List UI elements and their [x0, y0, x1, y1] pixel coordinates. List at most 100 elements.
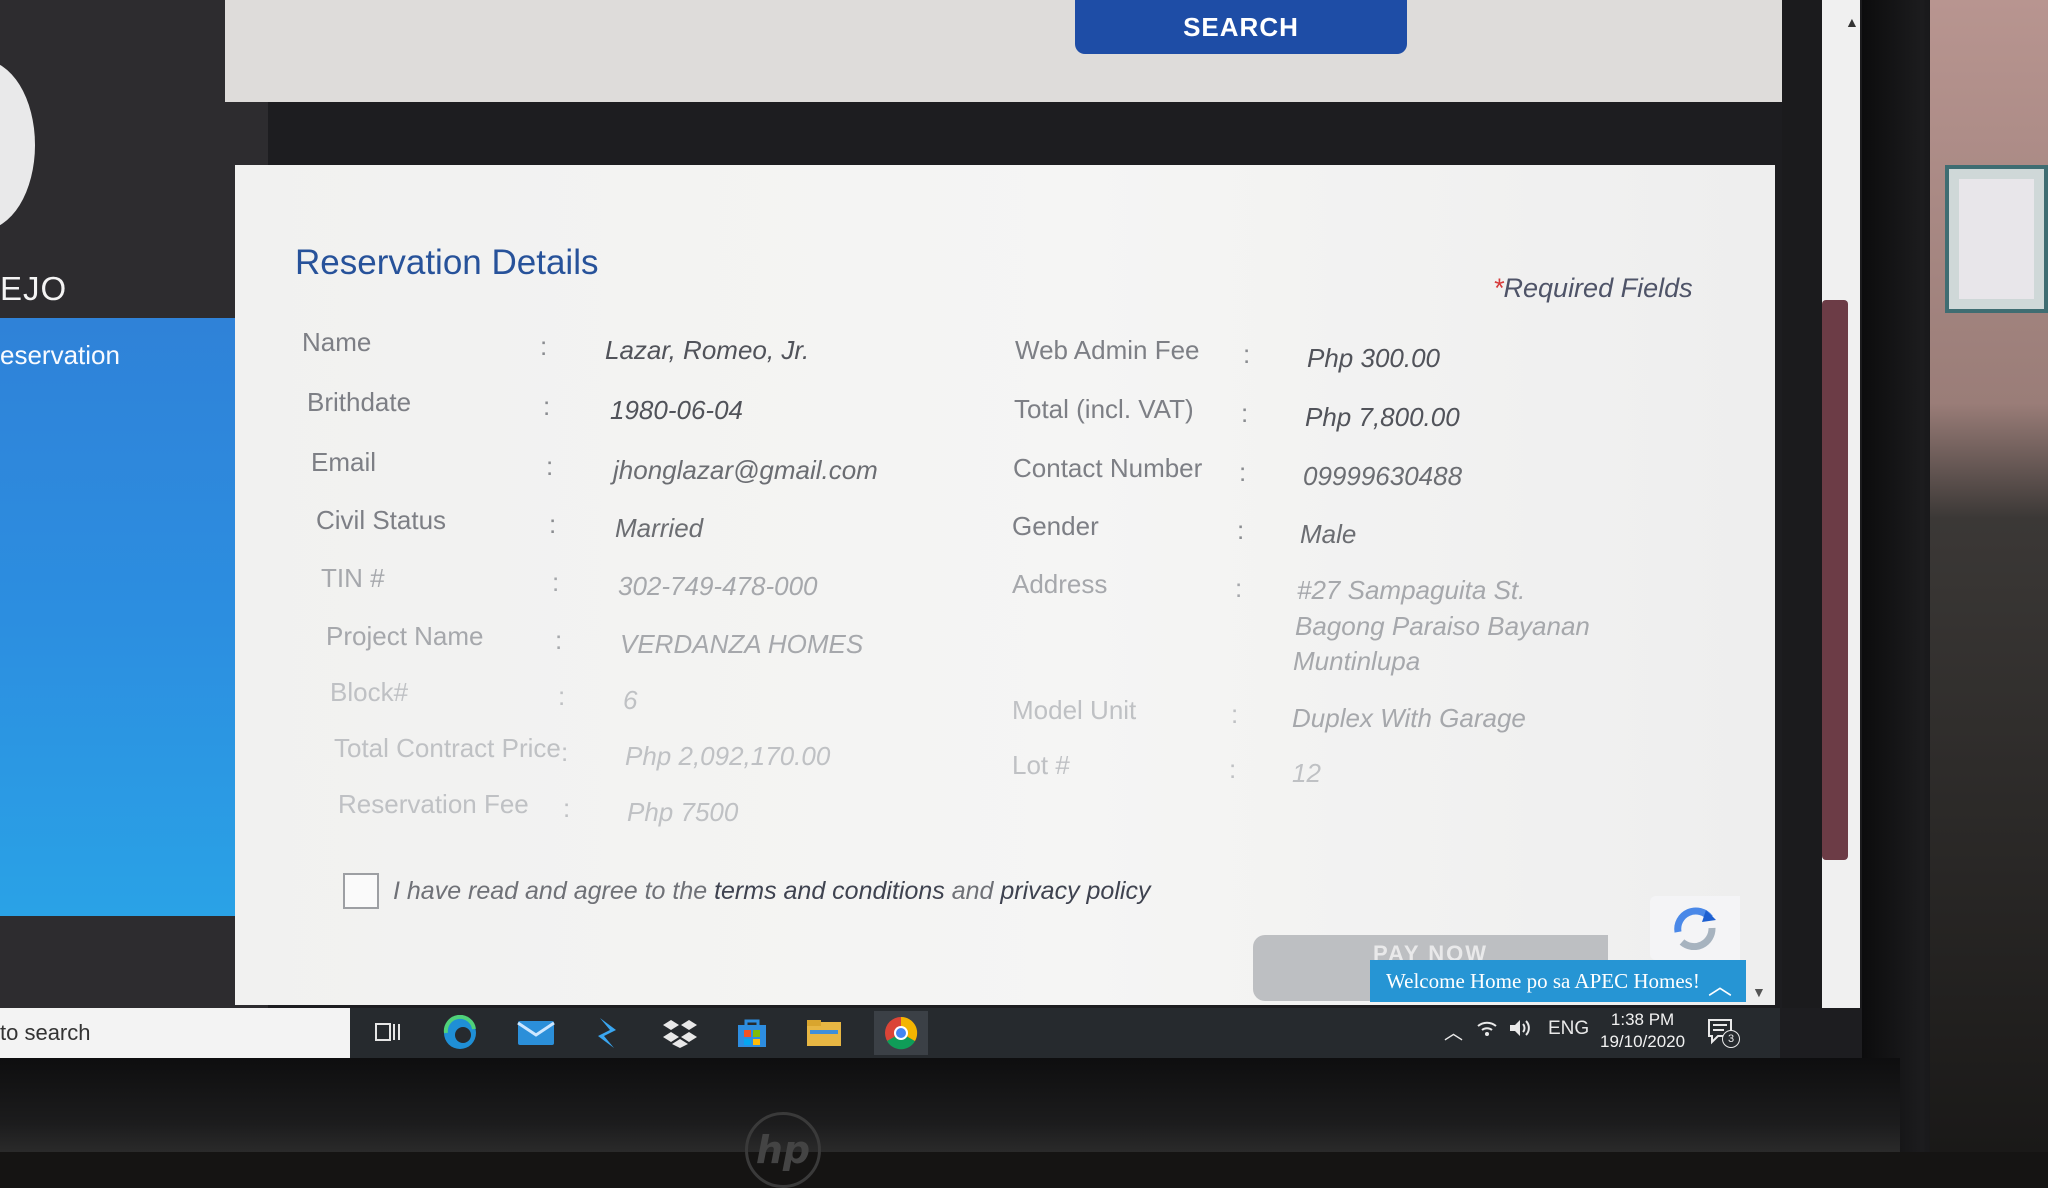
reservation-fee-value: Php 7500: [627, 797, 739, 827]
colon: :: [1241, 398, 1249, 428]
recaptcha-badge: [1650, 896, 1740, 960]
colon: :: [1243, 339, 1251, 369]
reservation-details-panel: Reservation Details *Required Fields Nam…: [235, 165, 1775, 1005]
model-unit-label: Model Unit: [1012, 695, 1137, 725]
chat-widget[interactable]: Welcome Home po sa APEC Homes! ︿: [1370, 960, 1746, 1002]
colon: :: [1237, 515, 1245, 545]
civil-status-label: Civil Status: [316, 505, 447, 535]
avatar: [0, 60, 35, 230]
address-label: Address: [1012, 569, 1108, 599]
chat-widget-text: Welcome Home po sa APEC Homes!: [1386, 968, 1700, 993]
clock-time: 1:38 PM: [1610, 1010, 1675, 1029]
store-icon[interactable]: [732, 1014, 772, 1052]
colon: :: [563, 793, 571, 823]
terms-checkbox[interactable]: [343, 873, 379, 909]
edge-icon[interactable]: [440, 1014, 480, 1052]
monitor-screen: EJO eservation SEARCH Reservation Detail…: [0, 0, 1862, 1058]
tin-label: TIN #: [321, 563, 385, 593]
recaptcha-icon: [1674, 907, 1716, 950]
colon: :: [1235, 573, 1243, 603]
mail-icon[interactable]: [516, 1014, 556, 1052]
chrome-icon[interactable]: [874, 1011, 928, 1055]
total-contract-price-value: Php 2,092,170.00: [625, 741, 831, 771]
colon: :: [561, 737, 569, 767]
email-value: jhonglazar@gmail.com: [613, 455, 878, 485]
user-name: EJO: [0, 270, 68, 307]
reservation-fee-label: Reservation Fee: [338, 789, 529, 819]
project-name-label: Project Name: [326, 621, 484, 651]
total-incl-vat-value: Php 7,800.00: [1305, 402, 1460, 432]
terms-and-word: and: [951, 876, 994, 905]
colon: :: [1239, 457, 1247, 487]
sidebar-item-label: eservation: [0, 340, 120, 370]
colon: :: [558, 681, 566, 711]
chevron-up-icon[interactable]: ︿: [1708, 966, 1732, 1001]
lot-label: Lot #: [1012, 750, 1070, 780]
colon: :: [543, 391, 551, 421]
contact-number-label: Contact Number: [1013, 453, 1203, 483]
notification-icon[interactable]: 3: [1706, 1016, 1740, 1052]
contact-number-value: 09999630488: [1303, 461, 1463, 491]
scrollbar-thumb[interactable]: [1822, 300, 1848, 860]
terms-agreement: I have read and agree to the terms and c…: [343, 873, 1150, 909]
terms-text: I have read and agree to the terms and c…: [393, 877, 1150, 906]
colon: :: [1229, 754, 1237, 784]
colon: :: [540, 331, 548, 361]
clock[interactable]: 1:38 PM 19/10/2020: [1600, 1009, 1685, 1053]
colon: :: [552, 567, 560, 597]
address-line-3: Muntinlupa: [1293, 646, 1421, 676]
total-incl-vat-label: Total (incl. VAT): [1014, 394, 1194, 424]
task-view-icon[interactable]: [368, 1014, 408, 1052]
chevron-up-icon[interactable]: ︿: [1444, 1018, 1463, 1045]
sidebar: EJO eservation: [0, 0, 268, 1008]
volume-icon[interactable]: [1508, 1018, 1532, 1044]
notification-badge: 3: [1722, 1030, 1740, 1048]
civil-status-value: Married: [615, 513, 704, 543]
name-value: Lazar, Romeo, Jr.: [605, 335, 810, 365]
lot-value: 12: [1292, 758, 1321, 788]
dropbox-icon[interactable]: [660, 1014, 700, 1052]
email-label: Email: [311, 447, 377, 477]
sidebar-item-reservation[interactable]: [0, 318, 268, 916]
birthdate-value: 1980-06-04: [610, 395, 743, 425]
address-line-1: #27 Sampaguita St.: [1297, 575, 1526, 605]
block-label: Block#: [330, 677, 409, 707]
model-unit-value: Duplex With Garage: [1292, 703, 1526, 733]
colon: :: [546, 451, 554, 481]
taskbar: to search ︿ ENG 1:38 PM 19/10/2020 3: [0, 1008, 1780, 1058]
terms-prefix: I have read and agree to the: [393, 876, 708, 905]
colon: :: [549, 509, 557, 539]
gender-value: Male: [1300, 519, 1357, 549]
privacy-policy-link[interactable]: privacy policy: [1000, 877, 1150, 905]
taskbar-search-text: to search: [0, 1020, 91, 1045]
gender-label: Gender: [1012, 511, 1099, 541]
wifi-icon[interactable]: [1476, 1018, 1498, 1044]
scroll-down-icon[interactable]: ▼: [1752, 984, 1766, 1000]
total-contract-price-label: Total Contract Price: [334, 733, 561, 763]
project-name-value: VERDANZA HOMES: [620, 629, 864, 659]
required-star: *: [1493, 273, 1504, 303]
visual-studio-icon[interactable]: [588, 1014, 628, 1052]
terms-and-conditions-link[interactable]: terms and conditions: [714, 877, 945, 905]
search-button[interactable]: SEARCH: [1075, 0, 1407, 54]
required-text: Required Fields: [1503, 273, 1693, 303]
block-value: 6: [623, 685, 638, 715]
language-indicator[interactable]: ENG: [1548, 1018, 1589, 1040]
web-admin-fee-label: Web Admin Fee: [1015, 335, 1200, 365]
background-card: [1945, 165, 2048, 313]
tin-value: 302-749-478-000: [618, 571, 818, 601]
taskbar-search[interactable]: to search: [0, 1008, 350, 1058]
address-line-2: Bagong Paraiso Bayanan: [1295, 611, 1590, 641]
monitor-bezel-bottom: [0, 1058, 1900, 1152]
hp-logo-icon: hp: [745, 1112, 821, 1188]
colon: :: [555, 625, 563, 655]
page-title: Reservation Details: [295, 243, 599, 282]
clock-date: 19/10/2020: [1600, 1032, 1686, 1051]
name-label: Name: [302, 327, 372, 357]
birthdate-label: Brithdate: [307, 387, 412, 417]
file-explorer-icon[interactable]: [804, 1014, 844, 1052]
web-admin-fee-value: Php 300.00: [1307, 343, 1441, 373]
scroll-up-icon[interactable]: ▲: [1845, 14, 1859, 30]
required-fields-note: *Required Fields: [1493, 273, 1693, 304]
search-panel: SEARCH: [225, 0, 1785, 102]
